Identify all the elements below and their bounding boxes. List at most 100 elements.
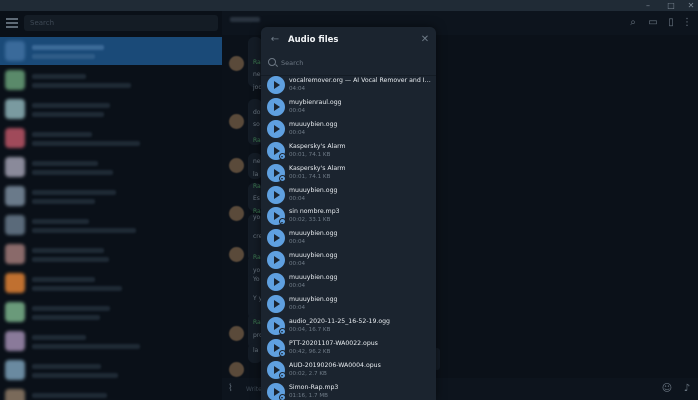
play-icon[interactable] xyxy=(267,76,285,94)
audio-file-meta: 00:04 xyxy=(289,305,306,311)
audio-file-item[interactable]: Simon-Rap.mp3 01:16, 1.7 MB xyxy=(261,381,436,400)
chat-list-item[interactable] xyxy=(0,95,222,123)
download-icon[interactable] xyxy=(279,327,286,335)
play-icon[interactable] xyxy=(267,273,285,292)
chat-preview-blurred xyxy=(32,170,113,175)
sidebar-header: Search xyxy=(0,11,222,35)
emoji-icon[interactable]: ☺ xyxy=(661,383,673,395)
chat-preview-blurred xyxy=(32,199,95,204)
play-icon[interactable] xyxy=(267,119,285,138)
chat-title[interactable] xyxy=(230,17,260,22)
attach-icon[interactable]: ⌇ xyxy=(228,383,240,395)
play-icon[interactable] xyxy=(267,185,285,204)
chat-list-item[interactable] xyxy=(0,298,222,326)
chat-preview-blurred xyxy=(32,228,136,233)
close-icon[interactable]: ✕ xyxy=(418,33,432,47)
audio-file-meta: 04:04 xyxy=(289,86,306,92)
audio-file-item[interactable]: sin nombre.mp3 00:02, 33.1 KB xyxy=(261,205,436,227)
audio-file-name: audio_2020-11-25_16-52-19.ogg xyxy=(289,317,390,325)
audio-file-item[interactable]: muuuybien.ogg 00:04 xyxy=(261,227,436,249)
search-icon[interactable]: ⌕ xyxy=(627,17,639,29)
back-arrow-icon[interactable]: ← xyxy=(268,33,282,47)
download-icon[interactable] xyxy=(279,349,286,357)
chat-list-item[interactable] xyxy=(0,66,222,94)
audio-file-item[interactable]: Kaspersky's Alarm 00:01, 74.1 KB xyxy=(261,162,436,184)
chat-preview-blurred xyxy=(32,344,140,349)
chat-list-item[interactable] xyxy=(0,153,222,181)
menu-icon[interactable] xyxy=(6,18,18,28)
message-text-fragment: Es xyxy=(253,195,260,203)
download-icon[interactable] xyxy=(279,218,286,226)
chat-list-item[interactable] xyxy=(0,240,222,268)
close-window-icon[interactable]: ✕ xyxy=(684,0,698,11)
play-icon[interactable] xyxy=(267,97,285,116)
audio-file-meta: 00:04 xyxy=(289,261,306,268)
chat-list-item[interactable] xyxy=(0,385,222,400)
chat-list-item[interactable] xyxy=(0,211,222,239)
audio-file-meta: 00:04 xyxy=(289,195,306,202)
audio-file-item[interactable]: muybienraul.ogg 00:04 xyxy=(261,96,436,118)
message-text-fragment: ne xyxy=(253,71,261,79)
audio-file-meta: 00:02, 33.1 KB xyxy=(289,217,331,224)
audio-file-item[interactable]: audio_2020-11-25_16-52-19.ogg 00:04, 16.7… xyxy=(261,315,436,337)
avatar[interactable] xyxy=(229,206,244,221)
audio-file-meta: 00:01, 74.1 KB xyxy=(289,173,331,180)
avatar[interactable] xyxy=(229,362,244,377)
audio-search-input[interactable] xyxy=(281,58,431,68)
chat-list-item[interactable] xyxy=(0,356,222,384)
play-icon[interactable] xyxy=(267,229,285,248)
more-icon[interactable]: ⋮ xyxy=(681,17,693,29)
chat-name-blurred xyxy=(32,103,110,108)
audio-file-name: Kaspersky's Alarm xyxy=(289,142,346,150)
chat-name-blurred xyxy=(32,45,104,50)
audio-file-name: Kaspersky's Alarm xyxy=(289,164,346,172)
minimize-icon[interactable]: – xyxy=(641,0,655,11)
chat-list-sidebar: Search xyxy=(0,11,222,400)
audio-file-item[interactable]: muuuybien.ogg 00:04 xyxy=(261,249,436,271)
call-icon[interactable]: ▭ xyxy=(647,17,659,29)
audio-file-item[interactable]: vocalremover.org — AI Vocal Remover and … xyxy=(261,74,436,96)
audio-file-meta: 00:04 xyxy=(289,129,306,136)
play-icon[interactable] xyxy=(267,295,285,313)
audio-file-item[interactable]: AUD-20190206-WA0004.opus 00:02, 2.7 KB xyxy=(261,359,436,381)
audio-file-item[interactable]: muuuybien.ogg 00:04 xyxy=(261,293,436,315)
message-text-fragment: Yo xyxy=(253,276,260,284)
chat-name-blurred xyxy=(32,335,86,340)
chat-list-item[interactable] xyxy=(0,269,222,297)
avatar[interactable] xyxy=(229,114,244,129)
maximize-icon[interactable]: □ xyxy=(664,0,678,11)
audio-file-item[interactable]: muuuybien.ogg 00:04 xyxy=(261,271,436,293)
microphone-icon[interactable]: ♪ xyxy=(681,383,693,395)
audio-file-item[interactable]: muuuybien.ogg 00:04 xyxy=(261,118,436,140)
download-icon[interactable] xyxy=(279,371,286,379)
avatar[interactable] xyxy=(229,158,244,173)
avatar[interactable] xyxy=(229,56,244,71)
download-icon[interactable] xyxy=(279,393,286,400)
audio-file-item[interactable]: PTT-20201107-WA0022.opus 00:42, 96.2 KB xyxy=(261,337,436,359)
avatar[interactable] xyxy=(229,326,244,341)
chat-list-item[interactable] xyxy=(0,182,222,210)
message-text-fragment: do xyxy=(253,108,261,116)
audio-file-item[interactable]: Kaspersky's Alarm 00:01, 74.1 KB xyxy=(261,140,436,162)
download-icon[interactable] xyxy=(279,174,286,182)
chat-list-item[interactable] xyxy=(0,327,222,355)
audio-file-name: sin nombre.mp3 xyxy=(289,208,340,216)
chat-name-blurred xyxy=(32,393,107,398)
audio-file-item[interactable]: muuuybien.ogg 00:04 xyxy=(261,184,436,206)
chat-preview-blurred xyxy=(32,315,100,320)
title-bar: – □ ✕ xyxy=(0,0,698,11)
chat-list-item[interactable] xyxy=(0,124,222,152)
sidebar-toggle-icon[interactable]: ▯ xyxy=(665,17,677,29)
audio-files-dialog: ← Audio files ✕ vocalremover.org — AI Vo… xyxy=(261,27,436,400)
avatar[interactable] xyxy=(229,247,244,262)
message-text-fragment: Ra xyxy=(253,59,261,67)
avatar xyxy=(5,302,25,322)
avatar xyxy=(5,389,25,400)
download-icon[interactable] xyxy=(279,152,286,160)
sidebar-search-input[interactable]: Search xyxy=(24,15,218,31)
chat-preview-blurred xyxy=(32,286,122,291)
play-icon[interactable] xyxy=(267,251,285,270)
chat-name-blurred xyxy=(32,219,89,224)
chat-list-item[interactable] xyxy=(0,37,222,65)
avatar xyxy=(5,360,25,380)
